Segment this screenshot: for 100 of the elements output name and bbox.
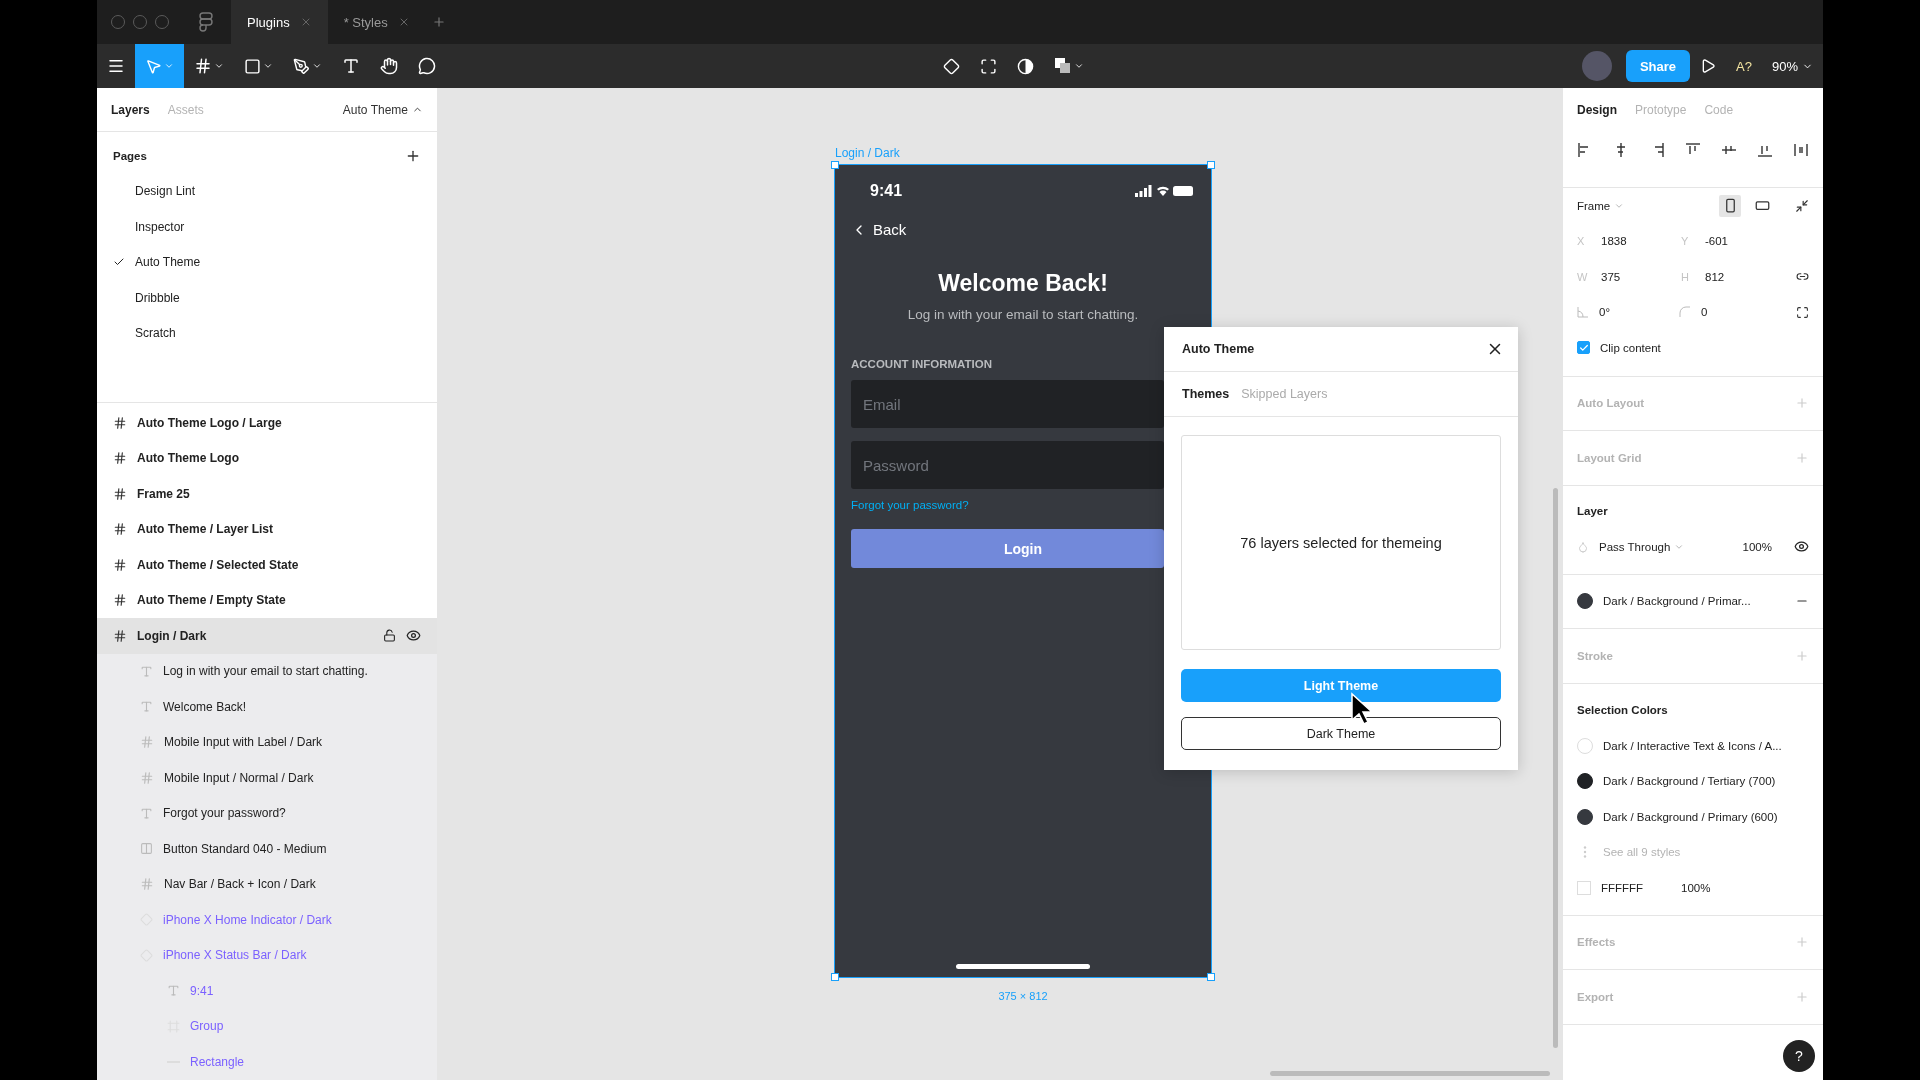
speech-bubble-icon: [418, 57, 436, 75]
field-label: H: [1681, 270, 1690, 283]
section-title: Auto Layout: [1577, 397, 1646, 410]
page-item[interactable]: Scratch: [97, 315, 437, 351]
section-label: ACCOUNT INFORMATION: [851, 358, 993, 370]
rotation-icon: [1577, 306, 1589, 319]
frame-icon: [113, 451, 127, 466]
forgot-password-link[interactable]: Forgot your password?: [851, 499, 969, 511]
corner-radius-icon: [1679, 306, 1691, 319]
frame-icon: [140, 735, 154, 750]
layer-item[interactable]: Auto Theme Logo: [137, 451, 421, 466]
caret-icon: [214, 61, 224, 71]
layer-item[interactable]: Frame 25: [137, 486, 421, 501]
checkbox[interactable]: [1577, 341, 1590, 355]
number-field[interactable]: 375: [1601, 270, 1671, 283]
visibility-icon[interactable]: [1794, 539, 1809, 555]
zoom-dropdown[interactable]: 90%: [1762, 58, 1823, 74]
blend-icon: [1577, 540, 1589, 553]
help-button[interactable]: ?: [1783, 1040, 1815, 1072]
independent-corners-icon[interactable]: [1796, 305, 1809, 319]
layer-item[interactable]: Auto Theme / Layer List: [137, 522, 421, 537]
plugin-tab[interactable]: Themes: [1182, 387, 1230, 401]
frame-size-label: 375 × 812: [997, 990, 1049, 1002]
checkbox-label: Clip content: [1600, 341, 1661, 354]
number-field[interactable]: -601: [1705, 235, 1809, 248]
section-title: Effects: [1577, 936, 1617, 949]
layer-item[interactable]: Auto Theme / Selected State: [137, 557, 421, 572]
layer-item[interactable]: Auto Theme Logo / Large: [137, 415, 421, 430]
frame-icon: [113, 557, 127, 572]
frame-label: Login / Dark: [835, 146, 900, 160]
field-label: Y: [1681, 235, 1690, 248]
layer-item[interactable]: Auto Theme / Empty State: [137, 593, 421, 608]
corners-icon: [980, 57, 998, 75]
overlapping-squares-icon: [1054, 57, 1073, 75]
opacity-field[interactable]: 100%: [1681, 881, 1711, 894]
play-icon: [1700, 58, 1717, 74]
field-label: W: [1577, 270, 1589, 283]
caret-icon: [312, 61, 322, 71]
page-item[interactable]: Inspector: [97, 209, 437, 245]
menu-icon: [107, 57, 125, 75]
input-field[interactable]: Email: [851, 380, 1164, 428]
subtitle: Log in with your email to start chatting.: [907, 307, 1139, 322]
frame-icon: [140, 877, 154, 892]
unlock-icon: [383, 629, 396, 643]
pointer-icon: [145, 57, 162, 75]
radius-field[interactable]: 0: [1701, 306, 1786, 319]
eye-icon: [406, 628, 421, 644]
message-box: 76 layers selected for themeing: [1181, 435, 1501, 650]
number-field[interactable]: 1838: [1601, 235, 1671, 248]
distribute-icon[interactable]: [1793, 142, 1809, 158]
color-style[interactable]: Dark / Background / Tertiary (700): [1603, 775, 1776, 788]
color-style[interactable]: Dark / Interactive Text & Icons / A...: [1603, 739, 1782, 752]
page-switcher[interactable]: Auto Theme: [342, 102, 423, 117]
dark-theme-button[interactable]: Dark Theme: [1181, 717, 1501, 750]
caret-icon: [164, 61, 174, 71]
panel-tab[interactable]: Layers: [111, 102, 150, 117]
caret-icon: [1074, 61, 1085, 71]
hex-field[interactable]: FFFFFF: [1601, 881, 1671, 894]
document-tab[interactable]: Plugins: [231, 0, 328, 44]
blend-mode-dropdown[interactable]: Pass Through: [1599, 540, 1733, 553]
diamond-icon: [943, 57, 961, 75]
number-field[interactable]: 812: [1705, 270, 1786, 283]
page-item[interactable]: Dribbble: [97, 280, 437, 316]
document-tab[interactable]: * Styles: [327, 0, 426, 44]
color-style[interactable]: Dark / Background / Primary (600): [1603, 810, 1778, 823]
auto-layout-icon: [140, 842, 153, 856]
resize-handle[interactable]: [831, 973, 839, 981]
back-button[interactable]: Back: [851, 221, 907, 238]
frame-type-dropdown[interactable]: Frame: [1577, 199, 1709, 212]
input-field[interactable]: Password: [851, 441, 1164, 489]
fill-style[interactable]: Dark / Background / Primar...: [1603, 595, 1785, 608]
frame-icon: [113, 486, 127, 501]
welcome-title: Welcome Back!: [938, 270, 1108, 297]
text-icon: [167, 984, 180, 998]
section-title: Export: [1577, 990, 1615, 1003]
font-check-button[interactable]: A?: [1726, 58, 1762, 74]
status-icons: [1135, 184, 1195, 198]
text-icon: [140, 806, 153, 820]
hand-icon: [380, 57, 398, 75]
pen-icon: [293, 57, 310, 75]
resize-handle[interactable]: [1207, 161, 1215, 169]
text-icon: [342, 57, 360, 75]
resize-handle[interactable]: [831, 161, 839, 169]
section-title: Stroke: [1577, 649, 1614, 662]
frame-icon: [140, 770, 154, 785]
contrast-icon: [1017, 57, 1035, 75]
page-item[interactable]: Auto Theme: [97, 244, 437, 280]
page-item[interactable]: Design Lint: [97, 173, 437, 209]
frame-icon: [113, 593, 127, 608]
text-icon: [140, 664, 153, 678]
frame-icon: [113, 522, 127, 537]
resize-to-fit-icon[interactable]: [1795, 198, 1809, 213]
opacity-field[interactable]: 100%: [1742, 540, 1772, 553]
square-icon: [244, 57, 261, 75]
portrait-button[interactable]: [1719, 194, 1741, 217]
status-time: 9:41: [870, 182, 903, 200]
rotation-field[interactable]: 0°: [1599, 306, 1669, 319]
resize-handle[interactable]: [1207, 973, 1215, 981]
section-title: Layer: [1577, 505, 1608, 518]
panel-tab[interactable]: Design: [1577, 103, 1617, 117]
